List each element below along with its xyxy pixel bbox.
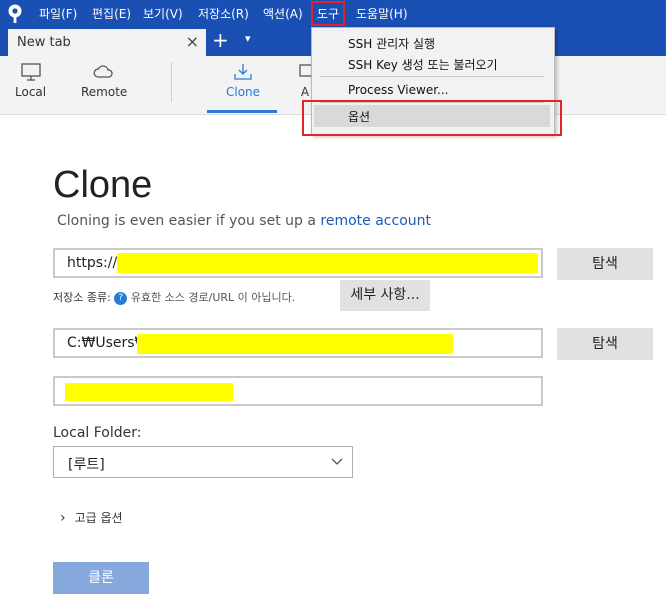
menu-repository[interactable]: 저장소(R) — [198, 5, 249, 22]
subtitle: Cloning is even easier if you set up a r… — [57, 213, 431, 229]
menu-item-ssh-key[interactable]: SSH Key 생성 또는 불러오기 — [348, 56, 498, 73]
name-input[interactable] — [53, 376, 543, 406]
add-label: A — [300, 85, 310, 99]
options-highlight — [302, 100, 562, 136]
remote-label: Remote — [81, 85, 128, 99]
local-folder-select[interactable]: [루트] — [53, 446, 353, 478]
advanced-options-toggle[interactable]: › 고급 옵션 — [60, 509, 123, 526]
menu-item-ssh-agent[interactable]: SSH 관리자 실행 — [348, 35, 435, 52]
chevron-down-icon — [331, 458, 343, 465]
menu-divider — [320, 76, 544, 77]
chevron-down-icon[interactable]: ▾ — [245, 32, 251, 45]
clone-tool-button[interactable]: Clone — [226, 62, 260, 99]
subtitle-text: Cloning is even easier if you set up a — [57, 213, 321, 229]
local-folder-value: [루트] — [68, 457, 105, 473]
add-tool-button[interactable]: A — [298, 62, 312, 99]
remote-account-link[interactable]: remote account — [320, 213, 431, 229]
tools-menu-highlight — [311, 1, 345, 26]
clone-button[interactable]: 클론 — [53, 562, 149, 594]
source-url-value: https:// — [67, 255, 118, 271]
page-title: Clone — [53, 164, 153, 206]
cloud-icon — [93, 65, 113, 78]
local-label: Local — [15, 85, 47, 99]
active-tab-indicator — [207, 110, 277, 113]
toolbar-divider — [171, 62, 172, 102]
menu-item-process-viewer[interactable]: Process Viewer... — [348, 83, 448, 97]
menu-view[interactable]: 보기(V) — [143, 5, 183, 22]
destination-path-input[interactable]: C:₩Users₩ — [53, 328, 543, 358]
menu-actions[interactable]: 액션(A) — [263, 5, 303, 22]
add-tab-icon[interactable]: + — [212, 28, 229, 52]
close-icon[interactable]: × — [186, 32, 199, 51]
redacted-area — [65, 383, 233, 401]
advanced-options-label: 고급 옵션 — [74, 511, 123, 525]
browse-source-button[interactable]: 탐색 — [557, 248, 653, 280]
image-icon — [299, 64, 312, 77]
clone-label: Clone — [226, 85, 261, 99]
local-tool-button[interactable]: Local — [15, 62, 46, 99]
menu-edit[interactable]: 편집(E) — [92, 5, 131, 22]
local-folder-label: Local Folder: — [53, 425, 142, 441]
download-icon — [234, 64, 252, 80]
sourcetree-logo-icon[interactable] — [6, 4, 24, 24]
tab-label: New tab — [17, 35, 71, 50]
monitor-icon — [20, 63, 41, 81]
browse-destination-button[interactable]: 탐색 — [557, 328, 653, 360]
menu-help[interactable]: 도움말(H) — [356, 5, 408, 22]
redacted-area — [117, 253, 538, 273]
source-url-input[interactable]: https:// — [53, 248, 543, 278]
repo-type-status: 유효한 소스 경로/URL 이 아닙니다. — [130, 291, 296, 304]
repo-type-label: 저장소 종류: — [53, 291, 111, 304]
chevron-right-icon: › — [60, 510, 66, 526]
help-icon[interactable]: ? — [114, 291, 128, 305]
redacted-area — [137, 334, 453, 354]
menu-file[interactable]: 파일(F) — [39, 5, 77, 22]
remote-tool-button[interactable]: Remote — [81, 62, 127, 99]
details-button[interactable]: 세부 사항... — [340, 280, 430, 311]
repo-type-row: 저장소 종류: ? 유효한 소스 경로/URL 이 아닙니다. — [53, 289, 295, 305]
tab-new-tab[interactable]: New tab × — [8, 29, 206, 56]
